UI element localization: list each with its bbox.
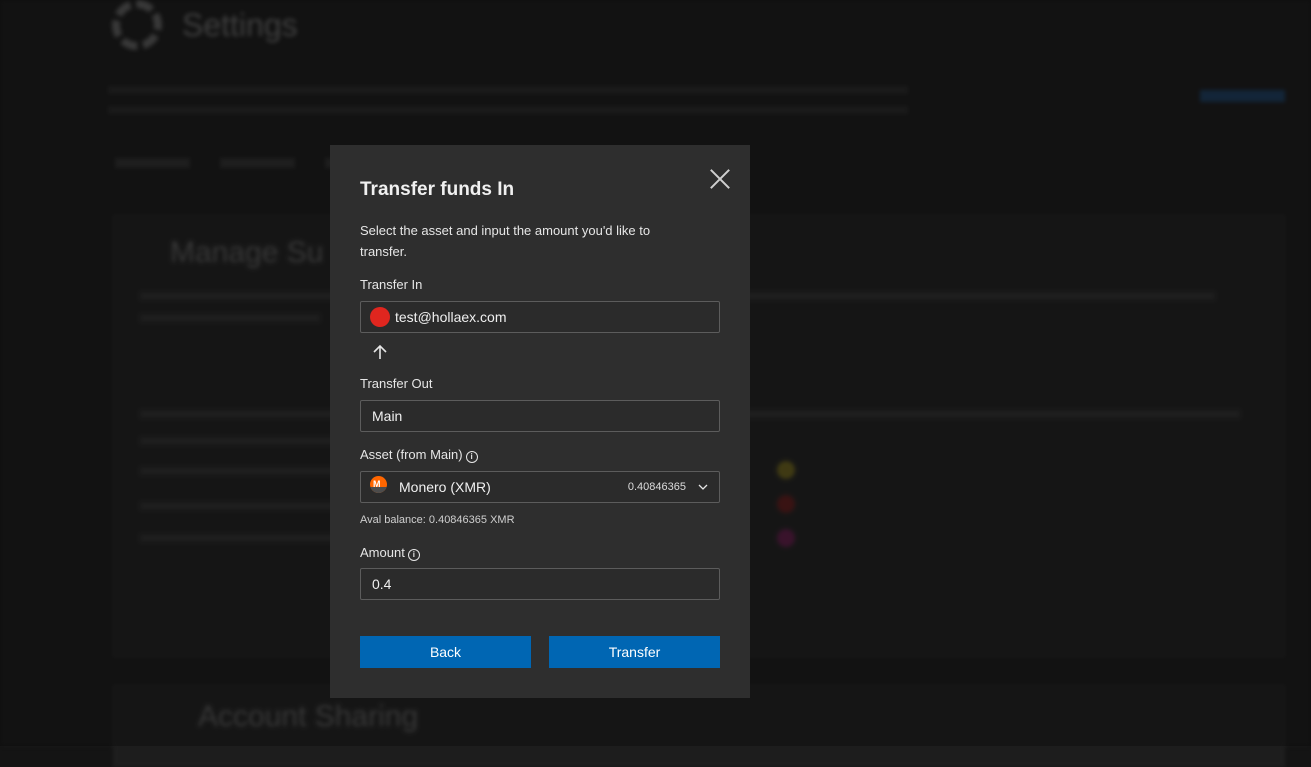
transfer-modal: Transfer funds In Select the asset and i… [330,145,750,698]
modal-description: Select the asset and input the amount yo… [360,223,651,259]
account-avatar-icon [370,307,390,327]
asset-label: Asset (from Main) i [360,447,478,463]
asset-name: Monero (XMR) [399,479,491,495]
monero-icon: M [370,475,387,493]
asset-balance: 0.40846365 [627,481,686,493]
transfer-out-label: Transfer Out [360,376,433,391]
transfer-in-select[interactable]: test@hollaex.com [360,301,720,333]
available-balance: Aval balance: 0.40846365 XMR [360,514,515,526]
amount-input[interactable]: 0.4 [360,568,720,600]
arrow-up-icon[interactable] [370,342,390,362]
transfer-in-label: Transfer In [360,277,423,292]
amount-label-text: Amount [360,545,405,560]
chevron-down-icon[interactable] [698,482,708,492]
amount-label: Amount i [360,545,420,561]
asset-select[interactable]: M Monero (XMR) 0.40846365 [360,471,720,503]
info-icon[interactable]: i [407,549,420,561]
back-button[interactable]: Back [360,636,531,668]
transfer-in-value: test@hollaex.com [395,309,507,325]
info-icon[interactable]: i [465,451,478,463]
transfer-out-value: Main [372,408,403,424]
close-icon[interactable] [708,167,732,191]
transfer-out-select[interactable]: Main [360,400,720,432]
amount-value: 0.4 [372,576,392,592]
modal-title: Transfer funds In [360,179,515,200]
transfer-button[interactable]: Transfer [549,636,720,668]
asset-label-text: Asset (from Main) [360,447,463,462]
